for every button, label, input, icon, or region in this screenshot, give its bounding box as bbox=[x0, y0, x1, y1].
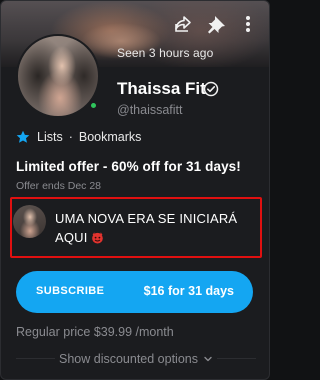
subscribe-button[interactable]: SUBSCRIBE $16 for 31 days bbox=[16, 271, 253, 313]
seen-status: Seen 3 hours ago bbox=[117, 46, 214, 60]
message-avatar bbox=[13, 205, 46, 238]
lists-bookmarks-row: Lists · Bookmarks bbox=[16, 130, 141, 144]
message-text: UMA NOVA ERA SE INICIARÁ AQUI bbox=[55, 211, 238, 245]
subscribe-price: $16 for 31 days bbox=[143, 284, 234, 298]
online-status-dot bbox=[89, 101, 98, 110]
regular-price: Regular price $39.99 /month bbox=[16, 325, 174, 339]
show-discounted-options[interactable]: Show discounted options bbox=[55, 351, 217, 367]
star-icon bbox=[16, 130, 30, 144]
devil-emoji-icon bbox=[91, 231, 104, 244]
share-icon[interactable] bbox=[173, 14, 193, 34]
offer-ends: Offer ends Dec 28 bbox=[16, 180, 102, 192]
profile-name[interactable]: Thaissa Fit bbox=[117, 79, 206, 99]
subscribe-label: SUBSCRIBE bbox=[36, 285, 105, 297]
verified-badge-icon bbox=[203, 81, 219, 97]
avatar[interactable] bbox=[16, 34, 100, 118]
profile-handle: @thaissafitt bbox=[117, 103, 183, 117]
pin-icon[interactable] bbox=[207, 14, 227, 34]
profile-message: UMA NOVA ERA SE INICIARÁ AQUI bbox=[55, 209, 255, 247]
chevron-down-icon bbox=[203, 354, 213, 364]
more-vertical-icon[interactable] bbox=[238, 14, 258, 34]
bookmarks-link[interactable]: Bookmarks bbox=[79, 130, 142, 144]
offer-title: Limited offer - 60% off for 31 days! bbox=[16, 159, 241, 174]
separator-dot: · bbox=[68, 130, 73, 144]
discounted-label: Show discounted options bbox=[59, 352, 198, 366]
lists-link[interactable]: Lists bbox=[37, 130, 63, 144]
profile-card: Seen 3 hours ago Thaissa Fit @thaissafit… bbox=[0, 0, 270, 380]
